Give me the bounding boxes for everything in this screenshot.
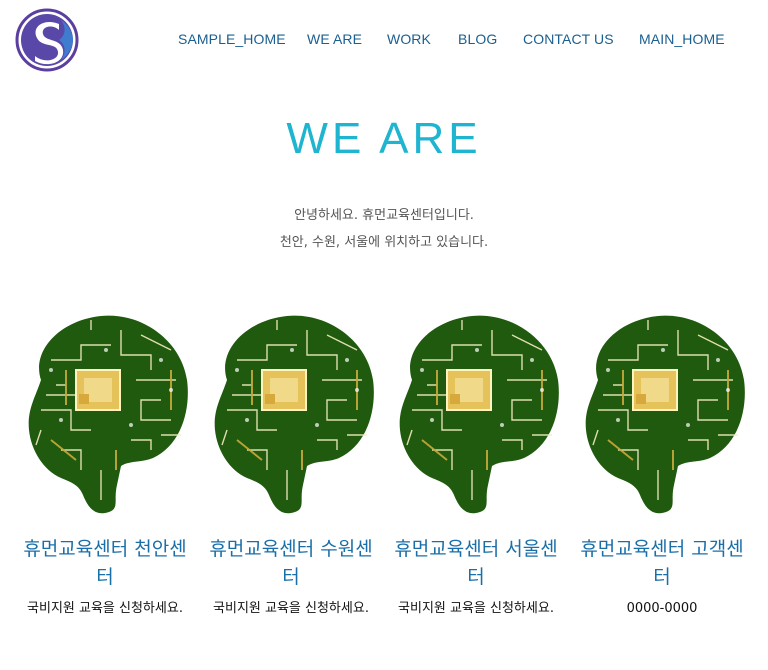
center-card-suwon: 휴먼교육센터 수원센터 국비지원 교육을 신청하세요. [201,310,381,618]
intro-line-1: 안녕하세요. 휴먼교육센터입니다. [294,208,474,223]
center-title[interactable]: 휴먼교육센터 천안센터 [15,535,195,591]
center-card-customer: 휴먼교육센터 고객센터 0000-0000 [572,310,752,618]
nav-item-contact-us[interactable]: CONTACT US [523,31,614,47]
center-card-cheonan: 휴먼교육센터 천안센터 국비지원 교육을 신청하세요. [15,310,195,618]
intro-line-2: 천안, 수원, 서울에 위치하고 있습니다. [279,235,489,250]
main-nav: SAMPLE_HOME WE ARE WORK BLOG CONTACT US … [0,31,768,51]
brain-circuit-icon [578,310,746,515]
center-title[interactable]: 휴먼교육센터 수원센터 [201,535,381,591]
nav-item-work[interactable]: WORK [387,31,431,47]
center-title[interactable]: 휴먼교육센터 서울센터 [386,535,566,591]
brain-circuit-icon [21,310,189,515]
center-title[interactable]: 휴먼교육센터 고객센터 [572,535,752,591]
brain-circuit-icon [392,310,560,515]
nav-item-we-are[interactable]: WE ARE [307,31,362,47]
center-description: 국비지원 교육을 신청하세요. [213,601,369,616]
page-title: WE ARE [286,114,482,163]
center-card-seoul: 휴먼교육센터 서울센터 국비지원 교육을 신청하세요. [386,310,566,618]
nav-item-blog[interactable]: BLOG [458,31,497,47]
nav-item-sample-home[interactable]: SAMPLE_HOME [178,31,286,47]
nav-item-main-home[interactable]: MAIN_HOME [639,31,725,47]
brain-circuit-icon [207,310,375,515]
center-description: 국비지원 교육을 신청하세요. [27,601,183,616]
center-phone: 0000-0000 [626,601,698,616]
center-description: 국비지원 교육을 신청하세요. [398,601,554,616]
